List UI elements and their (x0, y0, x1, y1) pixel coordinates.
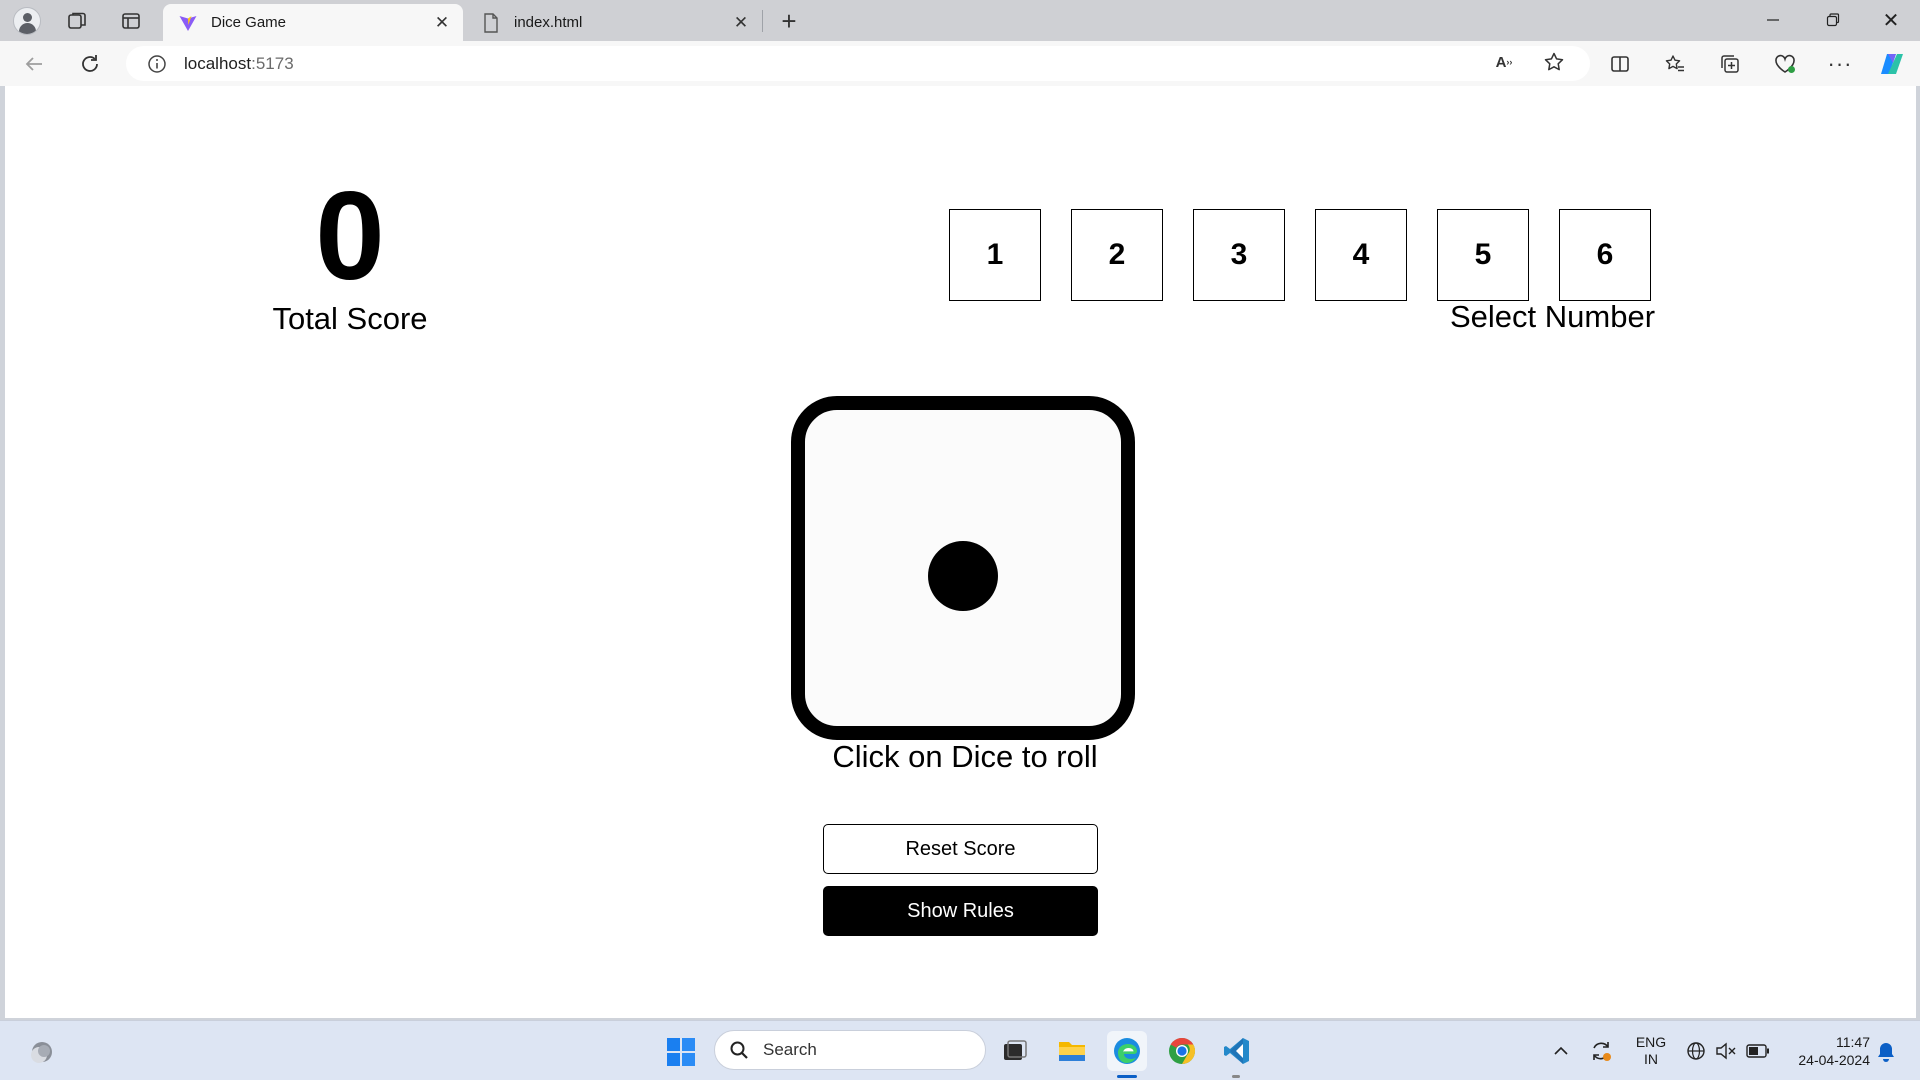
dice-roll-button[interactable] (791, 396, 1135, 740)
split-screen-icon[interactable] (1604, 48, 1636, 80)
search-placeholder: Search (763, 1040, 817, 1059)
select-number-label: Select Number (1450, 299, 1656, 334)
browser-tab-bar: Dice Game ✕ index.html ✕ + ✕ (0, 0, 1920, 41)
favorite-star-icon[interactable] (1539, 47, 1569, 77)
system-clock[interactable]: 11:47 24-04-2024 (1782, 1031, 1870, 1071)
restore-window-icon[interactable] (1804, 0, 1862, 40)
tab-dice-game[interactable]: Dice Game ✕ (163, 4, 463, 41)
number-box-4[interactable]: 4 (1315, 209, 1407, 301)
chrome-browser-icon[interactable] (1162, 1031, 1202, 1071)
total-score-panel: 0 Total Score (240, 174, 460, 337)
active-app-indicator (1117, 1075, 1137, 1078)
close-window-icon[interactable]: ✕ (1862, 0, 1920, 40)
number-box-2[interactable]: 2 (1071, 209, 1163, 301)
new-tab-plus-icon[interactable]: + (774, 6, 804, 36)
tab-index-html[interactable]: index.html ✕ (466, 4, 762, 41)
notification-bell-icon[interactable] (1872, 1039, 1900, 1065)
minimize-window-icon[interactable] (1744, 0, 1802, 40)
workspaces-icon[interactable] (62, 6, 92, 36)
reload-icon[interactable] (74, 48, 106, 80)
url-port: :5173 (251, 53, 294, 73)
network-globe-icon[interactable] (1683, 1039, 1709, 1063)
more-menu-icon[interactable]: ··· (1824, 48, 1856, 80)
number-box-3[interactable]: 3 (1193, 209, 1285, 301)
open-app-indicator (1232, 1075, 1240, 1078)
taskbar-search-box[interactable]: Search (714, 1030, 986, 1070)
battery-icon[interactable] (1744, 1039, 1772, 1063)
weather-widget-icon[interactable] (24, 1035, 58, 1069)
clock-time: 11:47 (1836, 1033, 1870, 1050)
reset-score-button[interactable]: Reset Score (823, 824, 1098, 874)
edge-browser-icon[interactable] (1107, 1031, 1147, 1071)
copilot-icon[interactable] (1876, 48, 1908, 80)
favorites-icon[interactable] (1659, 48, 1691, 80)
search-icon (730, 1041, 748, 1059)
page-viewport: 0 Total Score 1 2 3 4 5 6 Select Number … (5, 86, 1916, 1018)
volume-muted-icon[interactable] (1713, 1039, 1739, 1063)
vite-logo-icon (177, 12, 199, 34)
windows-start-icon[interactable] (664, 1035, 698, 1069)
address-bar[interactable]: localhost:5173 (126, 46, 1590, 81)
total-score-label: Total Score (272, 301, 428, 336)
show-hidden-icons-chevron-up-icon[interactable] (1548, 1039, 1574, 1063)
tab-actions-icon[interactable] (116, 6, 146, 36)
file-icon (480, 12, 502, 34)
number-box-6[interactable]: 6 (1559, 209, 1651, 301)
read-aloud-icon[interactable]: A ›› (1489, 47, 1519, 77)
url-host: localhost (184, 53, 252, 73)
windows-taskbar: Search ENG IN 11:47 24-04-2024 (0, 1020, 1920, 1080)
profile-avatar-icon (13, 7, 41, 35)
show-rules-button[interactable]: Show Rules (823, 886, 1098, 936)
sync-icon[interactable] (1586, 1037, 1616, 1065)
profile-button[interactable] (12, 6, 42, 36)
number-box-5[interactable]: 5 (1437, 209, 1529, 301)
url-text: localhost:5173 (184, 54, 294, 74)
number-box-1[interactable]: 1 (949, 209, 1041, 301)
browser-toolbar: localhost:5173 A ›› ··· (0, 41, 1920, 86)
tab-close-icon[interactable]: ✕ (429, 10, 455, 36)
total-score-value: 0 (315, 167, 385, 306)
back-arrow-icon[interactable] (18, 48, 50, 80)
tab-separator (762, 10, 763, 32)
clock-date: 24-04-2024 (1798, 1052, 1870, 1068)
tab-title: index.html (514, 14, 583, 31)
dice-hint-text: Click on Dice to roll (832, 739, 1098, 774)
dice-pip (928, 541, 998, 611)
number-selector: 1 2 3 4 5 6 (949, 209, 1651, 301)
input-language-indicator[interactable]: ENG IN (1628, 1031, 1674, 1071)
language-region: IN (1644, 1051, 1658, 1067)
collections-icon[interactable] (1714, 48, 1746, 80)
language-code: ENG (1635, 1034, 1667, 1051)
tab-close-icon[interactable]: ✕ (728, 10, 754, 36)
tab-title: Dice Game (211, 14, 287, 31)
site-info-icon[interactable] (146, 53, 168, 75)
vscode-icon[interactable] (1217, 1031, 1257, 1071)
browser-essentials-heart-icon[interactable] (1769, 48, 1801, 80)
file-explorer-icon[interactable] (1052, 1031, 1092, 1071)
task-view-icon[interactable] (995, 1031, 1035, 1071)
